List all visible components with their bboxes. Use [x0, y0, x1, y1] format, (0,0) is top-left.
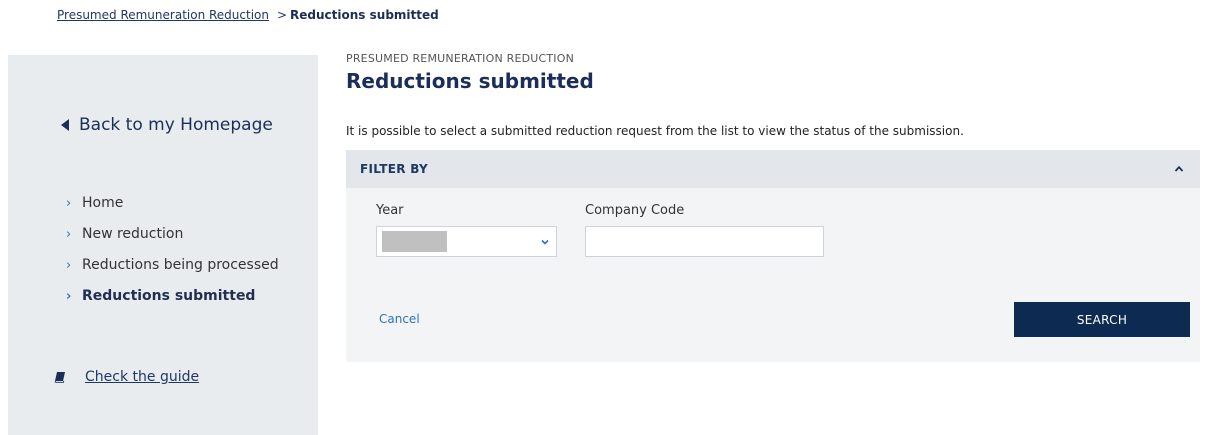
sidebar-nav: › Home › New reduction › Reductions bein… [66, 188, 279, 312]
chevron-right-icon: › [66, 227, 72, 242]
breadcrumb-link-parent[interactable]: Presumed Remuneration Reduction [57, 6, 269, 24]
back-to-homepage-label: Back to my Homepage [79, 115, 273, 135]
company-code-input[interactable] [585, 226, 824, 257]
year-select[interactable] [376, 226, 557, 257]
sidebar-item-label: Reductions being processed [82, 257, 279, 273]
main-content: PRESUMED REMUNERATION REDUCTION Reductio… [346, 52, 1200, 362]
triangle-left-icon [61, 119, 69, 131]
back-to-homepage-link[interactable]: Back to my Homepage [61, 115, 273, 135]
check-guide-link[interactable]: Check the guide [54, 369, 199, 385]
year-select-value [382, 231, 447, 252]
sidebar-item-label: Reductions submitted [82, 288, 256, 304]
cancel-link[interactable]: Cancel [379, 312, 420, 326]
chevron-right-icon: › [66, 196, 72, 211]
sidebar-item-reductions-submitted[interactable]: › Reductions submitted [66, 281, 279, 312]
sidebar-item-new-reduction[interactable]: › New reduction [66, 219, 279, 250]
check-guide-label: Check the guide [85, 369, 200, 385]
breadcrumb-separator: > [276, 8, 288, 22]
search-button[interactable]: SEARCH [1014, 302, 1190, 337]
page-eyebrow: PRESUMED REMUNERATION REDUCTION [346, 52, 575, 65]
filter-panel: FILTER BY Year Company Code Cancel SEARC… [346, 150, 1200, 362]
page-description: It is possible to select a submitted red… [346, 124, 964, 138]
book-icon [54, 372, 65, 383]
filter-panel-title: FILTER BY [360, 162, 429, 176]
chevron-up-icon[interactable] [1174, 164, 1184, 174]
sidebar-item-home[interactable]: › Home [66, 188, 279, 219]
year-label: Year [376, 203, 404, 218]
sidebar-item-label: Home [82, 195, 124, 211]
filter-panel-header[interactable]: FILTER BY [346, 150, 1200, 188]
breadcrumb: Presumed Remuneration Reduction > Reduct… [57, 6, 439, 24]
company-code-label: Company Code [585, 203, 685, 218]
chevron-right-icon: › [66, 258, 72, 273]
chevron-down-icon [541, 239, 549, 245]
page-title: Reductions submitted [346, 69, 594, 93]
chevron-right-icon: › [66, 289, 72, 304]
sidebar-item-label: New reduction [82, 226, 184, 242]
breadcrumb-current: Reductions submitted [290, 8, 439, 22]
sidebar: Back to my Homepage › Home › New reducti… [8, 55, 318, 435]
sidebar-item-reductions-being-processed[interactable]: › Reductions being processed [66, 250, 279, 281]
